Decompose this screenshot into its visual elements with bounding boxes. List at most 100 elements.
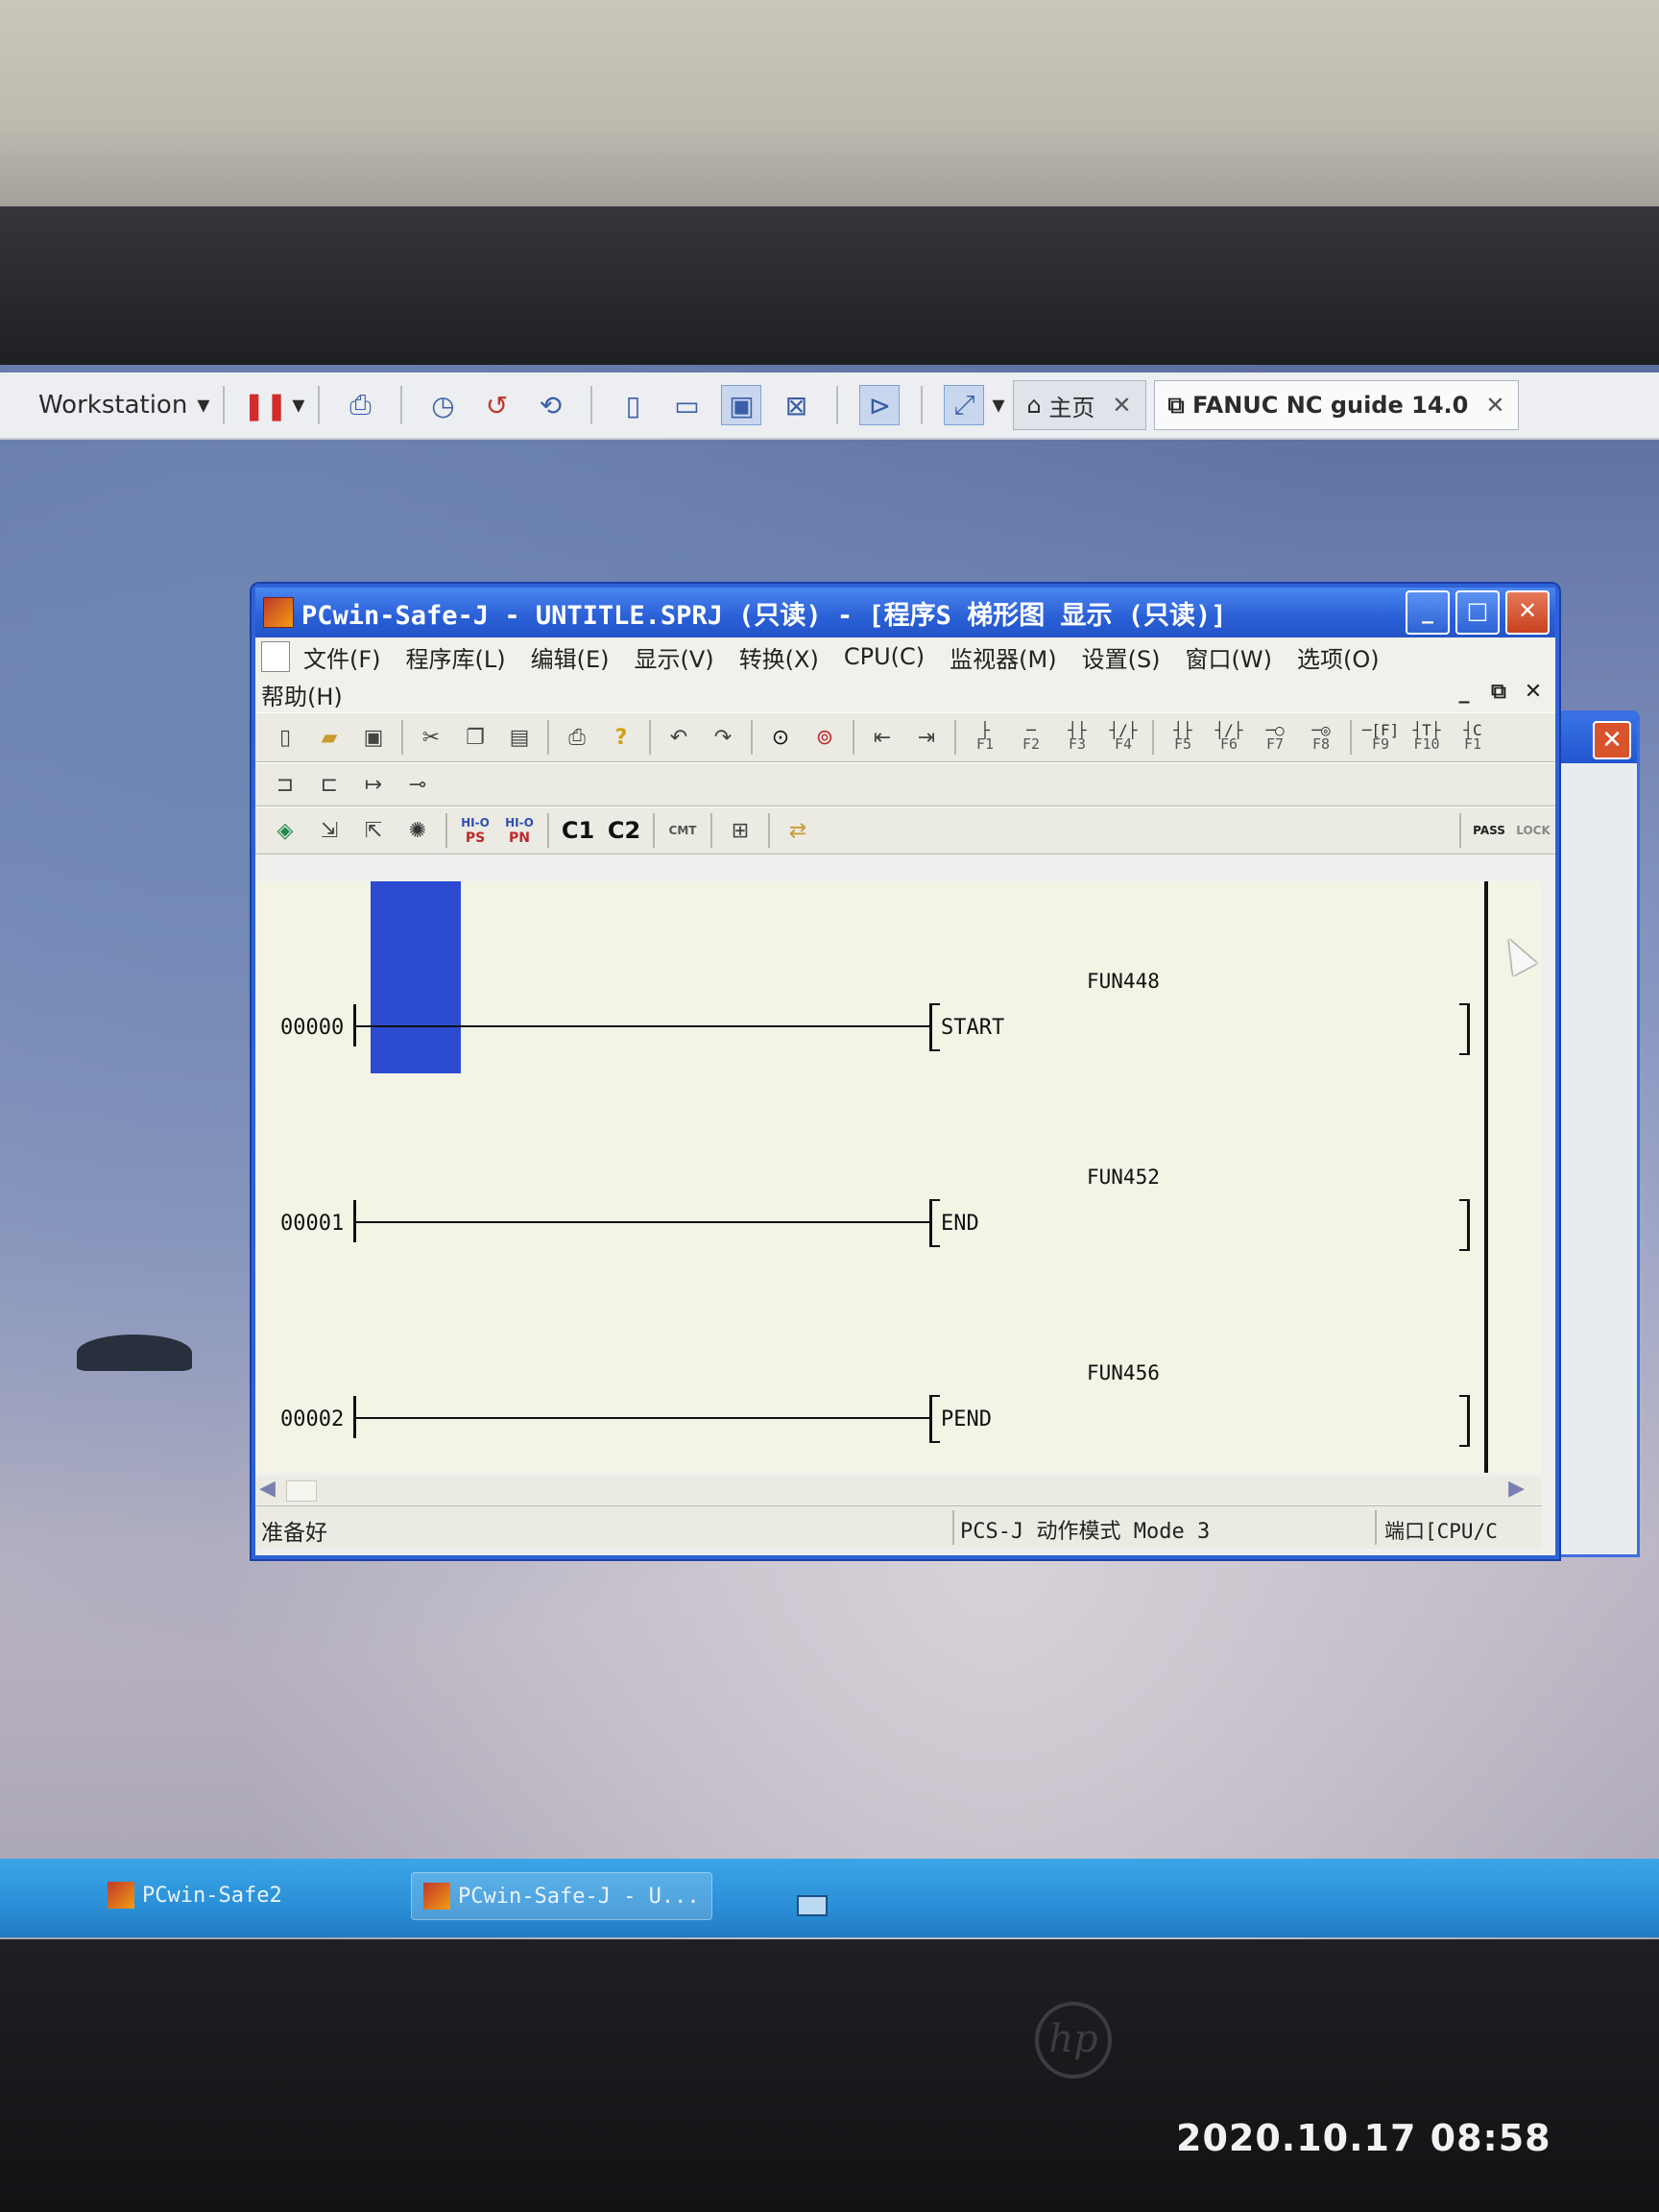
settings-chip-icon[interactable]: ✺ <box>399 812 436 849</box>
f2-button[interactable]: ─ F2 <box>1012 719 1050 756</box>
menu-monitor[interactable]: 监视器(M) <box>950 640 1056 674</box>
workstation-menu[interactable]: Workstation <box>38 391 187 420</box>
paste-icon[interactable]: ▤ <box>501 719 538 756</box>
ladder-rung[interactable]: 00002 PEND FUN456 <box>255 1273 1542 1465</box>
keyboard-icon[interactable] <box>797 1895 828 1916</box>
close-icon[interactable]: ✕ <box>1112 392 1131 419</box>
tab-home-label: 主页 <box>1048 394 1095 421</box>
send-keys-icon[interactable]: ⎙ <box>341 386 379 424</box>
undo-icon[interactable]: ↶ <box>661 719 697 756</box>
f5-label: F5 <box>1173 735 1192 753</box>
snapshot-icon[interactable]: ◷ <box>423 386 462 424</box>
f9-button[interactable]: ─[F] F9 <box>1361 719 1400 756</box>
child-close-button[interactable]: ✕ <box>1519 678 1548 707</box>
snapshot-manager-icon[interactable]: ⟲ <box>531 386 569 424</box>
f5-button[interactable]: ┤├ F5 <box>1164 719 1202 756</box>
save-icon[interactable]: ▣ <box>355 719 392 756</box>
ladder-rung[interactable]: 00000 START FUN448 <box>255 881 1542 1073</box>
stretch-icon[interactable]: ⤢ <box>944 385 985 425</box>
menu-edit[interactable]: 编辑(E) <box>531 640 610 674</box>
fullscreen-icon[interactable]: ▣ <box>721 385 762 425</box>
comment-button[interactable]: CMT <box>664 812 701 849</box>
menu-cpu[interactable]: CPU(C) <box>844 643 925 670</box>
toolbar-divider <box>590 386 593 424</box>
menu-settings[interactable]: 设置(S) <box>1082 640 1161 674</box>
chevron-down-icon[interactable]: ▾ <box>992 391 1004 420</box>
print-icon[interactable]: ⎙ <box>559 719 595 756</box>
copy-icon[interactable]: ❐ <box>457 719 493 756</box>
f3-button[interactable]: ┤├ F3 <box>1058 719 1096 756</box>
window-titlebar[interactable]: PCwin-Safe-J - UNTITLE.SPRJ (只读) - [程序S … <box>255 588 1555 637</box>
unity-icon[interactable]: ⊠ <box>777 386 815 424</box>
chevron-down-icon[interactable]: ▾ <box>292 391 304 420</box>
branch-insert-icon[interactable]: ⊐ <box>267 766 303 803</box>
f6-label: F6 <box>1219 735 1238 753</box>
menu-view[interactable]: 显示(V) <box>635 640 714 674</box>
insert-rung-icon[interactable]: ⇤ <box>864 719 901 756</box>
f7-label: F7 <box>1265 735 1285 753</box>
f8-button[interactable]: ─◎ F8 <box>1302 719 1340 756</box>
menu-file[interactable]: 文件(F) <box>303 640 381 674</box>
f7-button[interactable]: ─○ F7 <box>1256 719 1294 756</box>
scroll-left-icon[interactable]: ◀ <box>259 1477 276 1501</box>
child-minimize-button[interactable]: _ <box>1450 678 1479 707</box>
line-to-end-icon[interactable]: ↦ <box>355 766 392 803</box>
app-icon[interactable] <box>263 597 294 628</box>
close-icon[interactable]: ✕ <box>1593 721 1631 759</box>
f1-button[interactable]: ├ F1 <box>966 719 1004 756</box>
function-number: FUN448 <box>1087 970 1160 993</box>
menu-library[interactable]: 程序库(L) <box>406 640 506 674</box>
menu-convert[interactable]: 转换(X) <box>739 640 819 674</box>
console-icon[interactable]: ⊳ <box>859 385 901 425</box>
find-replace-icon[interactable]: ⊚ <box>806 719 843 756</box>
maximize-button[interactable]: □ <box>1455 590 1500 635</box>
document-icon[interactable] <box>261 641 290 672</box>
help-icon[interactable]: ? <box>603 719 639 756</box>
scroll-right-icon[interactable]: ▶ <box>1508 1477 1525 1501</box>
new-file-icon[interactable]: ▯ <box>267 719 303 756</box>
sidebar-toggle-icon[interactable]: ▯ <box>613 386 652 424</box>
c1-button[interactable]: C1 <box>559 812 597 849</box>
thumbnail-icon[interactable]: ▭ <box>667 386 706 424</box>
connect-icon[interactable]: ⊸ <box>399 766 436 803</box>
f6-button[interactable]: ┤/├ F6 <box>1210 719 1248 756</box>
horizontal-scrollbar[interactable]: ◀ ▶ <box>255 1477 1542 1503</box>
delete-rung-icon[interactable]: ⇥ <box>908 719 945 756</box>
close-icon[interactable]: ✕ <box>1485 392 1504 419</box>
f11-button[interactable]: ┤C F1 <box>1454 719 1492 756</box>
monitor-icon[interactable]: ⊞ <box>722 812 758 849</box>
taskbar-item[interactable]: PCwin-Safe2 <box>96 1872 294 1918</box>
c2-button[interactable]: C2 <box>605 812 643 849</box>
read-icon[interactable]: ⇲ <box>311 812 348 849</box>
branch-delete-icon[interactable]: ⊏ <box>311 766 348 803</box>
menu-help[interactable]: 帮助(H) <box>261 678 343 711</box>
jump-icon[interactable]: ⇄ <box>780 812 816 849</box>
lock-button[interactable]: LOCK <box>1515 812 1551 849</box>
open-folder-icon[interactable]: ▰ <box>311 719 348 756</box>
tab-fanuc-guide[interactable]: ⧉ FANUC NC guide 14.0 ✕ <box>1153 380 1520 430</box>
menu-window[interactable]: 窗口(W) <box>1186 640 1272 674</box>
f4-button[interactable]: ┤/├ F4 <box>1104 719 1142 756</box>
ps-button[interactable]: HI-O PS <box>457 812 493 849</box>
pause-icon[interactable]: ❚❚ <box>243 386 288 424</box>
tab-home[interactable]: ⌂ 主页 ✕ <box>1012 380 1146 430</box>
toolbar-divider <box>318 386 321 424</box>
write-icon[interactable]: ⇱ <box>355 812 392 849</box>
revert-snapshot-icon[interactable]: ↺ <box>477 386 516 424</box>
minimize-button[interactable]: _ <box>1406 590 1450 635</box>
find-icon[interactable]: ⊙ <box>762 719 799 756</box>
taskbar-item[interactable]: PCwin-Safe-J - U... <box>411 1872 712 1920</box>
pass-button[interactable]: PASS <box>1471 812 1507 849</box>
diamond-icon[interactable]: ◈ <box>267 812 303 849</box>
child-restore-button[interactable]: ⧉ <box>1484 678 1513 707</box>
cut-icon[interactable]: ✂ <box>413 719 449 756</box>
menu-options[interactable]: 选项(O) <box>1297 640 1380 674</box>
scroll-thumb[interactable] <box>286 1480 317 1502</box>
ladder-rung[interactable]: 00001 END FUN452 <box>255 1077 1542 1269</box>
close-button[interactable]: ✕ <box>1505 590 1550 635</box>
f10-button[interactable]: ┤T├ F10 <box>1407 719 1446 756</box>
pn-button[interactable]: HI-O PN <box>501 812 538 849</box>
chevron-down-icon[interactable]: ▾ <box>197 391 209 420</box>
redo-icon[interactable]: ↷ <box>705 719 741 756</box>
ladder-diagram[interactable]: 00000 START FUN448 00001 END FUN452 0000… <box>255 881 1542 1473</box>
